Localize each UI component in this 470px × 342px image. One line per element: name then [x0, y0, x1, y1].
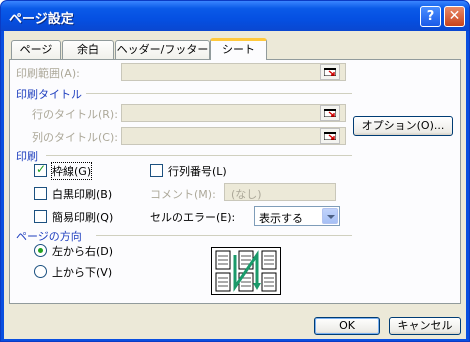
cell-errors-label: セルのエラー(E):: [150, 211, 236, 224]
draft-quality-checkbox[interactable]: [34, 210, 47, 223]
print-area-collapse-button[interactable]: [320, 64, 340, 80]
page-order-separator: [96, 235, 352, 236]
collapse-dialog-icon: [324, 132, 336, 140]
print-section-label: 印刷: [16, 150, 38, 163]
sheet-tab-panel: 印刷範囲(A): 印刷タイトル 行のタイトル(R): 列のタイトル(C): オプ…: [9, 59, 461, 304]
print-area-field[interactable]: [121, 63, 346, 81]
close-button[interactable]: ✕: [444, 6, 465, 27]
collapse-dialog-icon: [324, 109, 336, 117]
gridlines-checkbox[interactable]: [34, 162, 47, 177]
title-bar: ページ設定 ? ✕: [1, 1, 469, 31]
tab-page[interactable]: ページ: [11, 40, 61, 60]
page-order-preview-icon: [211, 247, 281, 295]
dialog-title: ページ設定: [9, 12, 74, 27]
black-and-white-label[interactable]: 白黒印刷(B): [52, 186, 112, 202]
cancel-button[interactable]: キャンセル: [389, 317, 461, 335]
row-col-headings-label[interactable]: 行列番号(L): [168, 163, 227, 179]
page-order-section-label: ページの方向: [16, 230, 82, 243]
ok-button[interactable]: OK: [314, 317, 380, 335]
rows-to-repeat-field[interactable]: [121, 104, 346, 122]
page-setup-dialog: ページ設定 ? ✕ ページ 余白 ヘッダー/フッター シート 印刷範囲(A): …: [0, 0, 470, 342]
cell-errors-value: 表示する: [259, 212, 303, 225]
down-then-over-radio[interactable]: [34, 244, 47, 257]
print-area-label: 印刷範囲(A):: [16, 67, 80, 80]
cols-to-repeat-field[interactable]: [121, 127, 346, 145]
options-button[interactable]: オプション(O)...: [353, 116, 453, 136]
comments-value: (なし): [231, 188, 262, 201]
cell-errors-select[interactable]: 表示する: [254, 206, 340, 226]
help-button[interactable]: ?: [420, 6, 441, 27]
print-titles-section-label: 印刷タイトル: [16, 88, 82, 101]
print-titles-separator: [86, 93, 352, 94]
comments-select[interactable]: (なし): [224, 183, 336, 201]
tab-sheet[interactable]: シート: [210, 38, 267, 60]
over-then-down-radio[interactable]: [34, 265, 47, 278]
over-then-down-label[interactable]: 上から下(V): [52, 264, 112, 280]
comments-label: コメント(M):: [150, 188, 216, 201]
tab-header-footer[interactable]: ヘッダー/フッター: [115, 40, 210, 60]
rows-collapse-button[interactable]: [320, 105, 340, 121]
dialog-body: ページ 余白 ヘッダー/フッター シート 印刷範囲(A): 印刷タイトル 行のタ…: [4, 31, 466, 339]
print-separator: [46, 155, 352, 156]
rows-to-repeat-label: 行のタイトル(R):: [32, 108, 118, 121]
gridlines-label[interactable]: 枠線(G): [50, 162, 93, 180]
tab-margins[interactable]: 余白: [62, 40, 114, 60]
cols-collapse-button[interactable]: [320, 128, 340, 144]
collapse-dialog-icon: [324, 68, 336, 76]
draft-quality-label[interactable]: 簡易印刷(Q): [52, 209, 113, 225]
chevron-down-icon[interactable]: [322, 208, 338, 224]
row-col-headings-checkbox[interactable]: [150, 164, 163, 177]
cols-to-repeat-label: 列のタイトル(C):: [32, 131, 118, 144]
down-then-over-label[interactable]: 左から右(D): [52, 243, 113, 259]
black-and-white-checkbox[interactable]: [34, 187, 47, 200]
